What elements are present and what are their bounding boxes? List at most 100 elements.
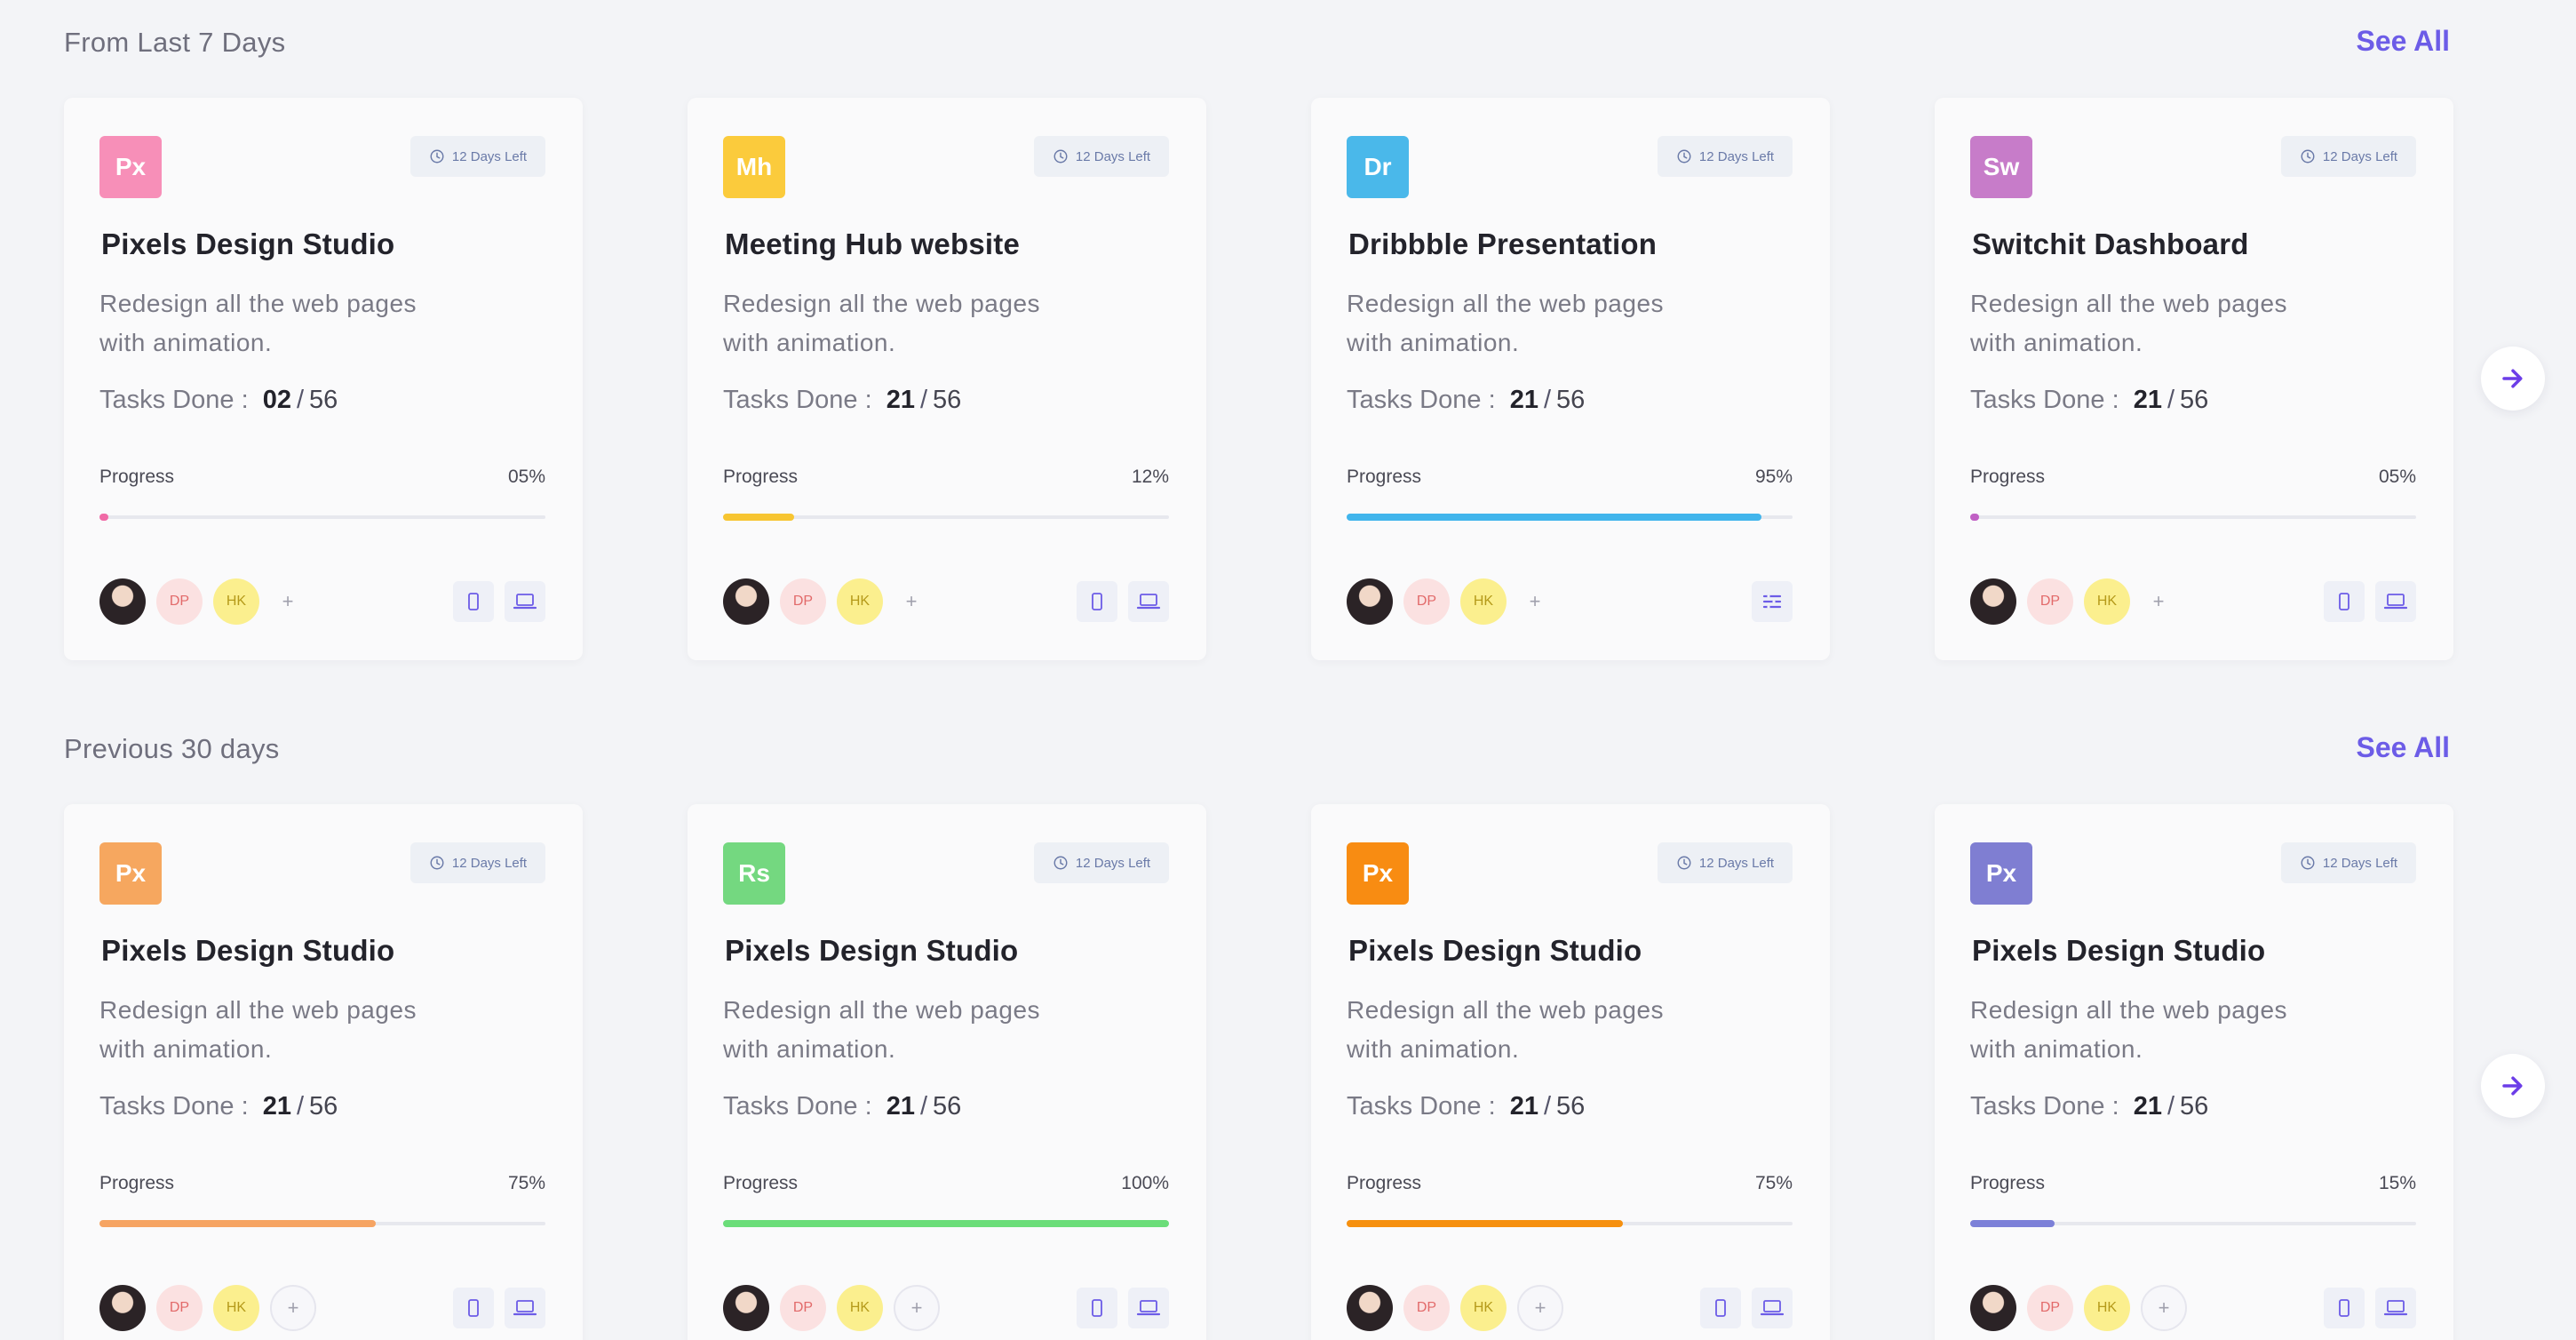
next-arrow-button[interactable] — [2481, 347, 2545, 411]
project-card[interactable]: Px 12 Days Left Pixels Design Studio Red… — [64, 804, 583, 1340]
tasks-separator: / — [1543, 1092, 1552, 1121]
phone-device-button[interactable] — [2324, 581, 2365, 622]
avatar-dp[interactable]: DP — [156, 578, 203, 625]
laptop-device-button[interactable] — [1128, 1288, 1169, 1328]
phone-icon — [2339, 593, 2349, 610]
phone-icon — [1715, 1299, 1726, 1317]
add-member-button[interactable]: + — [270, 578, 306, 625]
avatar-dp[interactable]: DP — [2027, 578, 2073, 625]
add-member-button[interactable]: + — [2141, 1285, 2187, 1331]
phone-device-button[interactable] — [453, 581, 494, 622]
team-avatars: DP HK + — [723, 1284, 940, 1332]
avatar[interactable] — [723, 1285, 769, 1331]
add-member-button[interactable]: + — [2141, 578, 2176, 625]
device-icons — [1077, 581, 1169, 622]
see-all-link[interactable]: See All — [2356, 731, 2450, 764]
avatar-hk[interactable]: HK — [213, 1285, 259, 1331]
progress-bar — [1970, 514, 2416, 521]
progress-label: Progress — [99, 467, 175, 487]
progress-bar-fill — [99, 514, 109, 521]
tasks-done: Tasks Done : 02/56 — [99, 386, 338, 415]
days-left-badge: 12 Days Left — [1034, 842, 1169, 883]
project-description: Redesign all the web pages with animatio… — [99, 284, 490, 363]
avatar-hk[interactable]: HK — [213, 578, 259, 625]
avatar-dp[interactable]: DP — [1403, 1285, 1450, 1331]
avatar[interactable] — [99, 578, 146, 625]
laptop-device-button[interactable] — [2375, 581, 2416, 622]
days-left-badge: 12 Days Left — [2281, 842, 2416, 883]
laptop-icon — [513, 594, 537, 610]
avatar[interactable] — [1347, 1285, 1393, 1331]
team-avatars: DP HK + — [1347, 578, 1553, 626]
avatar-hk[interactable]: HK — [837, 1285, 883, 1331]
project-card[interactable]: Rs 12 Days Left Pixels Design Studio Red… — [688, 804, 1206, 1340]
tasks-done: Tasks Done : 21/56 — [1347, 386, 1585, 415]
tasks-done: Tasks Done : 21/56 — [723, 1092, 961, 1121]
avatar-hk[interactable]: HK — [2084, 1285, 2130, 1331]
add-member-button[interactable]: + — [270, 1285, 316, 1331]
progress-value: 05% — [507, 467, 545, 487]
project-logo-icon: Rs — [723, 842, 785, 905]
avatar[interactable] — [1970, 1285, 2016, 1331]
laptop-device-button[interactable] — [2375, 1288, 2416, 1328]
project-card[interactable]: Px 12 Days Left Pixels Design Studio Red… — [64, 98, 583, 660]
phone-device-button[interactable] — [2324, 1288, 2365, 1328]
section-title: From Last 7 Days — [64, 27, 286, 58]
tasks-separator: / — [2167, 1092, 2175, 1121]
add-member-button[interactable]: + — [894, 1285, 940, 1331]
progress-bar — [99, 514, 545, 521]
tasks-label: Tasks Done : — [99, 1092, 249, 1121]
avatar-dp[interactable]: DP — [780, 1285, 826, 1331]
avatar-hk[interactable]: HK — [837, 578, 883, 625]
days-left-badge: 12 Days Left — [1658, 136, 1793, 177]
laptop-device-button[interactable] — [505, 581, 545, 622]
project-title: Pixels Design Studio — [101, 227, 395, 260]
phone-device-button[interactable] — [1077, 581, 1117, 622]
avatar-hk[interactable]: HK — [2084, 578, 2130, 625]
progress-bar — [1347, 1220, 1793, 1227]
phone-icon — [468, 1299, 479, 1317]
avatar-dp[interactable]: DP — [780, 578, 826, 625]
avatar[interactable] — [1970, 578, 2016, 625]
laptop-device-button[interactable] — [505, 1288, 545, 1328]
avatar[interactable] — [723, 578, 769, 625]
avatar-dp[interactable]: DP — [156, 1285, 203, 1331]
list-device-button[interactable] — [1752, 581, 1793, 622]
see-all-link[interactable]: See All — [2356, 25, 2450, 58]
avatar-hk[interactable]: HK — [1460, 1285, 1507, 1331]
avatar[interactable] — [99, 1285, 146, 1331]
project-title: Switchit Dashboard — [1972, 227, 2249, 260]
tasks-label: Tasks Done : — [723, 1092, 872, 1121]
laptop-device-button[interactable] — [1128, 581, 1169, 622]
project-card[interactable]: Px 12 Days Left Pixels Design Studio Red… — [1935, 804, 2453, 1340]
phone-device-button[interactable] — [1700, 1288, 1741, 1328]
phone-device-button[interactable] — [1077, 1288, 1117, 1328]
avatar[interactable] — [1347, 578, 1393, 625]
avatar-dp[interactable]: DP — [2027, 1285, 2073, 1331]
tasks-done-count: 21 — [262, 1092, 291, 1121]
project-card[interactable]: Dr 12 Days Left Dribbble Presentation Re… — [1311, 98, 1830, 660]
phone-icon — [1092, 593, 1102, 610]
avatar-dp[interactable]: DP — [1403, 578, 1450, 625]
add-member-button[interactable]: + — [1517, 1285, 1563, 1331]
days-left-text: 12 Days Left — [1075, 148, 1151, 164]
progress-bar-fill — [1347, 514, 1761, 521]
project-title: Pixels Design Studio — [101, 934, 395, 967]
project-card[interactable]: Sw 12 Days Left Switchit Dashboard Redes… — [1935, 98, 2453, 660]
tasks-separator: / — [1543, 386, 1552, 414]
days-left-text: 12 Days Left — [451, 855, 528, 871]
tasks-done-count: 21 — [886, 386, 915, 414]
add-member-button[interactable]: + — [894, 578, 929, 625]
avatar-hk[interactable]: HK — [1460, 578, 1507, 625]
team-avatars: DP HK + — [1347, 1284, 1563, 1332]
add-member-button[interactable]: + — [1517, 578, 1553, 625]
phone-device-button[interactable] — [453, 1288, 494, 1328]
project-card[interactable]: Px 12 Days Left Pixels Design Studio Red… — [1311, 804, 1830, 1340]
laptop-device-button[interactable] — [1752, 1288, 1793, 1328]
device-icons — [2324, 1288, 2416, 1328]
next-arrow-button[interactable] — [2481, 1054, 2545, 1118]
project-card[interactable]: Mh 12 Days Left Meeting Hub website Rede… — [688, 98, 1206, 660]
tasks-done-count: 21 — [2133, 1092, 2162, 1121]
tasks-done: Tasks Done : 21/56 — [1970, 1092, 2208, 1121]
clock-icon — [1677, 856, 1691, 870]
